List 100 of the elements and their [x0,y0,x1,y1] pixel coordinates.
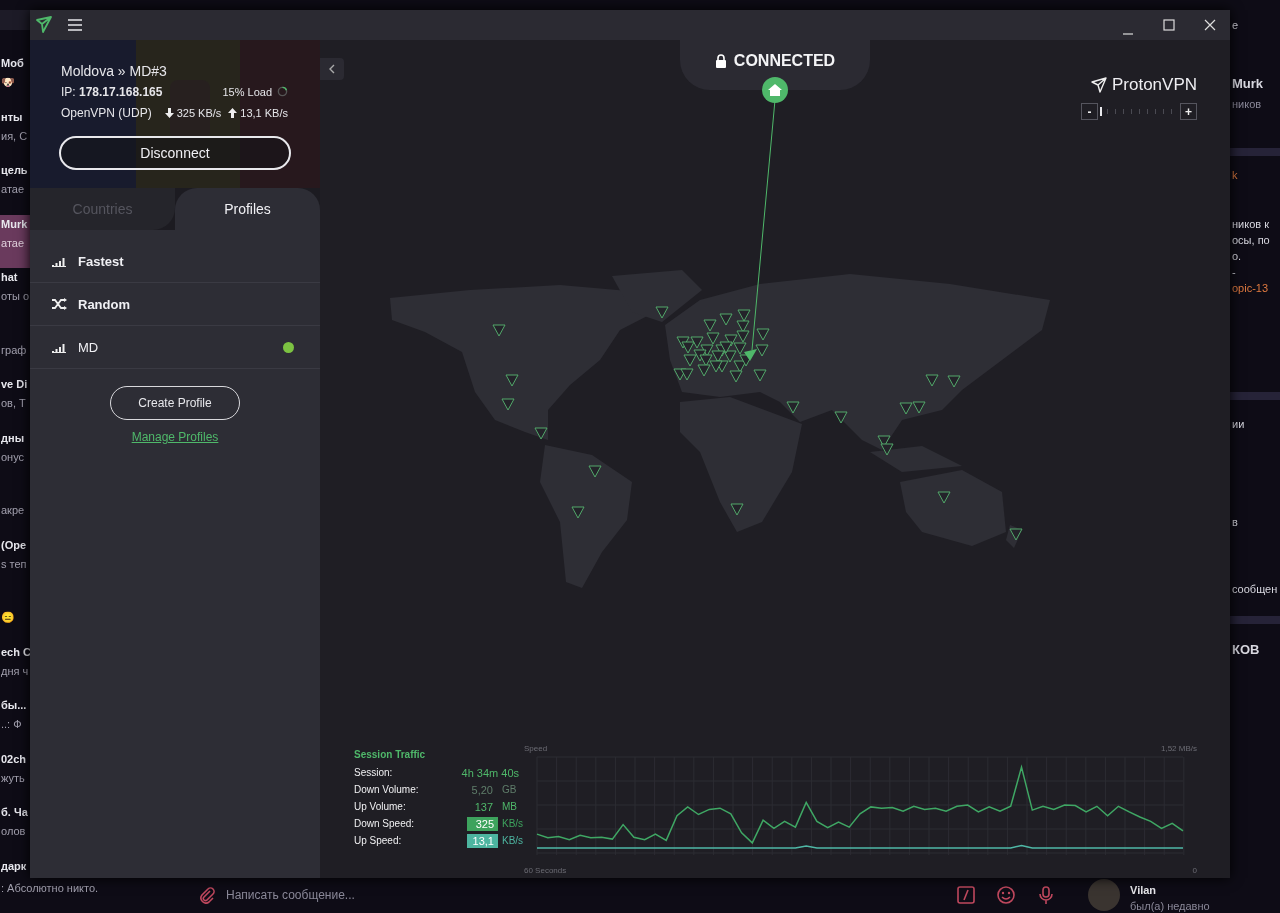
chat-preview: акре [1,504,25,516]
command-icon[interactable] [956,885,976,905]
ip-address: IP: 178.17.168.165 [61,84,163,99]
chat-preview: атае [1,183,25,195]
signal-icon [52,341,68,353]
chat-title: нты [1,110,23,125]
collapse-button[interactable] [320,58,344,80]
chat-title: Моб [1,57,24,71]
lock-icon [714,54,727,68]
message-field[interactable]: Написать сообщение... [226,888,826,902]
chat-title: дны [1,431,25,446]
graph-max-label: 1,52 MB/s [1161,744,1197,753]
chat-item[interactable]: дарк [0,856,30,882]
server-name: Moldova » MD#3 [61,62,167,79]
logo-icon [35,16,53,34]
chat-preview: атае [1,236,25,249]
info-text: Murk [1232,76,1264,92]
info-text: ников к [1232,217,1269,232]
chat-item[interactable]: граф [0,321,30,375]
graph-start-label: 60 Seconds [524,866,567,875]
stat-unit: GB [501,784,518,795]
info-text: осы, по [1232,233,1270,248]
chat-item[interactable]: (Ope s теп [0,535,30,589]
chat-item[interactable]: ech C дня ч [0,642,31,696]
chat-preview: ия, С [1,129,28,142]
zoom-in-button[interactable]: + [1180,103,1197,120]
info-text: e [1232,18,1239,33]
profile-item[interactable]: Fastest [30,240,320,283]
chat-item[interactable]: дны онус [0,428,30,482]
info-text: КОВ [1232,642,1260,658]
stat-unit: MB [501,801,518,812]
manage-profiles-link[interactable]: Manage Profiles [131,430,219,444]
contact-status: был(а) недавно [1130,900,1211,912]
info-text: ников [1232,97,1262,112]
paperclip-icon[interactable] [198,886,216,904]
link[interactable]: k [1232,167,1238,183]
chat-preview: ..: Ф [1,718,22,730]
chat-title: 02ch [1,752,27,767]
zoom-out-button[interactable]: - [1081,103,1098,120]
info-text: ии [1232,417,1245,432]
avatar [1088,879,1120,911]
chat-preview: s теп [1,557,27,570]
info-text: сообщен [1232,582,1278,597]
chevron-left-icon [328,64,336,74]
close-icon [1203,19,1216,31]
connection-status: CONNECTED [733,52,836,70]
chat-title: б. Ча [1,806,28,820]
stat-label: Up Speed: [354,835,403,846]
chat-item[interactable]: 02ch жуть [0,749,30,803]
server-load: 15% Load [222,85,272,98]
stat-value: 5,20 [471,783,493,796]
chat-item[interactable]: Моб 🐶 [0,54,30,108]
chat-item[interactable]: цель атае [0,161,30,215]
stat-label: Session: [354,767,394,778]
chat-preview: олов [1,825,26,837]
stat-badge: 325 [467,816,498,831]
chat-preview: оты о [1,290,29,302]
stat-label: Up Volume: [354,801,407,812]
chat-item[interactable]: бы... ..: Ф [0,696,30,750]
tab[interactable]: Profiles [175,188,320,230]
info-text: в [1232,515,1238,530]
home-icon [762,77,788,103]
logo-icon [1090,77,1107,93]
minimize-icon [1121,33,1134,35]
profile-item[interactable]: Random [30,283,320,326]
chat-item[interactable]: hat оты о [0,268,30,322]
upload-speed: 13,1 KB/s [240,106,288,119]
shuffle-icon [52,298,68,310]
chat-preview: жуть [1,771,25,784]
profile-item[interactable]: MD [30,326,320,369]
info-text: - [1232,265,1236,280]
signal-icon [52,255,68,267]
chat-item[interactable]: 😑 [0,589,30,643]
stat-label: Down Volume: [354,784,420,795]
chat-item[interactable]: ve Di ов, Т [0,375,30,429]
graph-title: Speed [524,744,548,753]
chat-preview: дня ч [1,664,29,677]
chat-preview: : Абсолютно никто. [1,881,99,894]
chat-preview: ов, Т [1,397,26,409]
emoji-icon[interactable] [996,885,1016,905]
menu-icon[interactable] [67,18,83,32]
chat-preview: граф [1,343,27,356]
disconnect-button[interactable]: Disconnect [59,136,291,170]
chat-preview: 🐶 [1,76,15,89]
brand-name: ProtonVPN [1111,75,1197,95]
stat-unit: KB/s [501,818,524,829]
section-title: Session Traffic [354,749,427,762]
chat-preview: онус [1,450,25,463]
chat-title: hat [1,271,18,285]
stat-badge: 13,1 [467,833,498,848]
chat-title: бы... [1,699,27,713]
protocol: OpenVPN (UDP) [61,105,152,120]
chat-item[interactable]: акре [0,482,30,536]
chat-item[interactable]: нты ия, С [0,107,30,161]
chat-title: Murk [1,217,28,232]
microphone-icon[interactable] [1036,885,1056,905]
link[interactable]: opic-13 [1232,280,1269,296]
chat-item[interactable]: б. Ча олов [0,803,30,857]
stat-value: 137 [474,800,493,813]
chat-item[interactable]: Murk атае [0,214,30,268]
